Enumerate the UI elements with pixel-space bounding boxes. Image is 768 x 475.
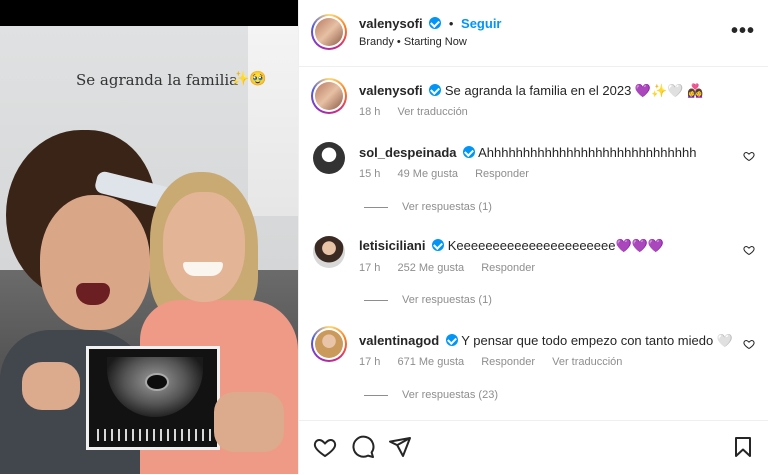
comment-meta: 17 h 252 Me gusta Responder bbox=[359, 262, 549, 274]
comment-meta: 17 h 671 Me gusta Responder Ver traducci… bbox=[359, 356, 636, 368]
caption-meta: 18 h Ver traducción bbox=[359, 106, 482, 118]
verified-badge-icon bbox=[429, 84, 442, 96]
heart-icon[interactable] bbox=[743, 244, 755, 256]
comment-username[interactable]: sol_despeinada bbox=[359, 145, 457, 160]
view-replies-label[interactable]: Ver respuestas (23) bbox=[402, 389, 498, 401]
post-photo[interactable]: Se agranda la familia ✨🥹 bbox=[0, 0, 298, 474]
author-avatar[interactable] bbox=[311, 14, 347, 50]
verified-badge-icon bbox=[429, 17, 442, 29]
hand-right bbox=[214, 392, 284, 452]
comment-text: Y pensar que todo empezo con tanto miedo… bbox=[461, 333, 733, 348]
commenter-avatar[interactable] bbox=[311, 326, 347, 362]
header-separator: • bbox=[448, 16, 454, 31]
audio-subtitle[interactable]: Brandy • Starting Now bbox=[359, 36, 467, 48]
ultrasound-image bbox=[86, 346, 220, 450]
author-username[interactable]: valenysofi bbox=[359, 16, 423, 31]
caption-text: Se agranda la familia en el 2023 💜✨🤍 👩‍❤… bbox=[444, 83, 704, 98]
comment-meta: 15 h 49 Me gusta Responder bbox=[359, 168, 543, 180]
view-replies-button[interactable]: Ver respuestas (1) bbox=[364, 294, 492, 306]
replies-divider bbox=[364, 299, 388, 301]
heart-icon[interactable] bbox=[743, 150, 755, 162]
caption-translate-link[interactable]: Ver traducción bbox=[397, 106, 467, 118]
comment-translate-link[interactable]: Ver traducción bbox=[552, 356, 622, 368]
more-options-icon[interactable]: ••• bbox=[731, 20, 755, 43]
photo-window bbox=[248, 26, 298, 216]
comment-line: sol_despeinada Ahhhhhhhhhhhhhhhhhhhhhhhh… bbox=[359, 145, 696, 160]
person-right-smile bbox=[183, 262, 223, 276]
caption-author-avatar[interactable] bbox=[311, 78, 347, 114]
caption-username[interactable]: valenysofi bbox=[359, 83, 423, 98]
comment-text: Ahhhhhhhhhhhhhhhhhhhhhhhhhhhhh bbox=[478, 145, 697, 160]
photo-caption-emoji: ✨🥹 bbox=[232, 70, 267, 86]
verified-badge-icon bbox=[432, 239, 445, 251]
comment-username[interactable]: valentinagod bbox=[359, 333, 439, 348]
ultrasound-baby bbox=[145, 373, 169, 391]
comment-line: letisiciliani Keeeeeeeeeeeeeeeeeeeeee💜💜💜 bbox=[359, 238, 664, 254]
heart-icon[interactable] bbox=[743, 338, 755, 350]
comment-reply-button[interactable]: Responder bbox=[475, 168, 529, 180]
replies-divider bbox=[364, 206, 388, 208]
comment-username[interactable]: letisiciliani bbox=[359, 238, 425, 253]
bookmark-icon[interactable] bbox=[731, 435, 755, 459]
hand-left bbox=[22, 362, 80, 410]
commenter-avatar[interactable] bbox=[313, 142, 345, 174]
comment-likes[interactable]: 252 Me gusta bbox=[397, 262, 464, 274]
comment-time[interactable]: 17 h bbox=[359, 262, 380, 274]
heart-icon[interactable] bbox=[313, 435, 337, 459]
comment-time[interactable]: 15 h bbox=[359, 168, 380, 180]
view-replies-label[interactable]: Ver respuestas (1) bbox=[402, 294, 492, 306]
ultrasound-scale bbox=[97, 429, 211, 441]
comments-panel: valenysofi • Seguir Brandy • Starting No… bbox=[298, 0, 768, 474]
view-replies-button[interactable]: Ver respuestas (23) bbox=[364, 389, 498, 401]
post-caption: valenysofi Se agranda la familia en el 2… bbox=[359, 83, 703, 99]
view-replies-label[interactable]: Ver respuestas (1) bbox=[402, 201, 492, 213]
person-right-face bbox=[163, 192, 245, 302]
person-left-face bbox=[40, 195, 150, 330]
header-line: valenysofi • Seguir bbox=[359, 16, 502, 31]
comment-reply-button[interactable]: Responder bbox=[481, 262, 535, 274]
comment-icon[interactable] bbox=[351, 435, 375, 459]
comment-text: Keeeeeeeeeeeeeeeeeeeeee💜💜💜 bbox=[447, 238, 665, 253]
comment-line: valentinagod Y pensar que todo empezo co… bbox=[359, 333, 733, 349]
verified-badge-icon bbox=[463, 146, 476, 158]
follow-button[interactable]: Seguir bbox=[461, 16, 501, 31]
verified-badge-icon bbox=[445, 334, 458, 346]
post-header: valenysofi • Seguir Brandy • Starting No… bbox=[299, 0, 768, 67]
share-icon[interactable] bbox=[388, 435, 412, 459]
commenter-avatar[interactable] bbox=[313, 236, 345, 268]
photo-caption: Se agranda la familia bbox=[76, 71, 239, 89]
comment-likes[interactable]: 671 Me gusta bbox=[397, 356, 464, 368]
action-bar bbox=[299, 420, 768, 475]
comment-time[interactable]: 17 h bbox=[359, 356, 380, 368]
view-replies-button[interactable]: Ver respuestas (1) bbox=[364, 201, 492, 213]
photo-top-bar bbox=[0, 0, 298, 26]
caption-time[interactable]: 18 h bbox=[359, 106, 380, 118]
comment-likes[interactable]: 49 Me gusta bbox=[397, 168, 458, 180]
replies-divider bbox=[364, 394, 388, 396]
comment-reply-button[interactable]: Responder bbox=[481, 356, 535, 368]
